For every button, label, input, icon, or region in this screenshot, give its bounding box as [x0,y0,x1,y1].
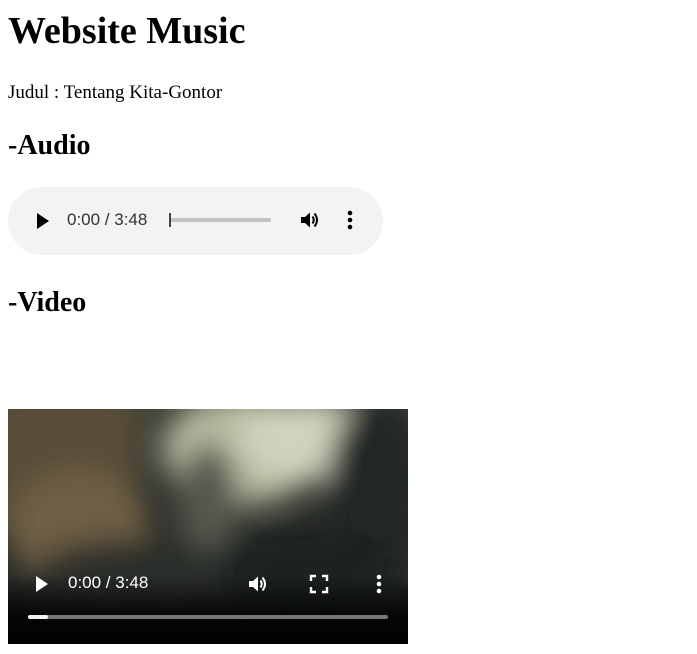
fullscreen-icon[interactable] [308,572,330,596]
audio-heading: -Audio [8,130,91,161]
more-options-icon[interactable] [343,208,357,232]
more-options-icon[interactable] [372,572,386,596]
play-icon[interactable] [31,574,51,594]
page: Website Music Judul : Tentang Kita-Gonto… [0,0,697,654]
song-title-text: Judul : Tentang Kita-Gontor [8,82,223,103]
audio-progress-bar[interactable] [169,213,271,227]
volume-icon[interactable] [246,572,270,596]
audio-time-display: 0:00 / 3:48 [67,210,148,229]
page-title: Website Music [8,10,246,52]
video-player[interactable]: 0:00 / 3:48 [8,409,408,644]
video-progress-bar[interactable] [28,615,388,619]
video-time-display: 0:00 / 3:48 [68,573,149,592]
video-progress-buffered [28,615,48,619]
play-icon[interactable] [32,211,52,231]
volume-icon[interactable] [298,208,322,232]
audio-progress-thumb[interactable] [169,213,171,227]
audio-player[interactable]: 0:00 / 3:48 [8,187,383,255]
video-heading: -Video [8,287,87,318]
